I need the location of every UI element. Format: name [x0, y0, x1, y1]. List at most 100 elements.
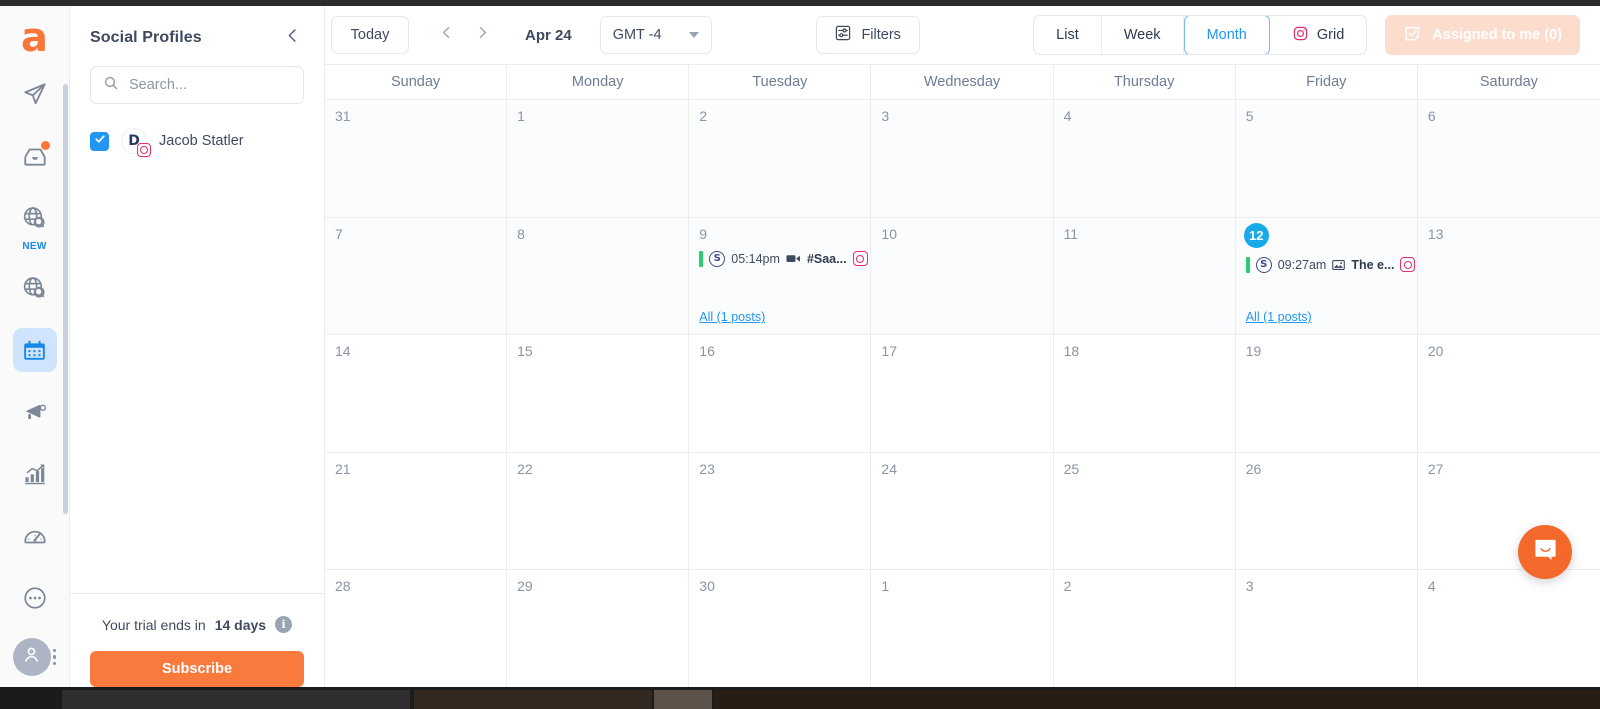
assigned-to-me-button[interactable]: Assigned to me (0): [1385, 15, 1580, 55]
day-cell[interactable]: 2: [689, 100, 872, 217]
rail-nav-items: NEW: [12, 72, 57, 638]
rail-item-inbox[interactable]: [13, 134, 57, 178]
search-icon: [103, 75, 119, 96]
prev-period-button[interactable]: [435, 21, 457, 49]
day-cell[interactable]: 1: [871, 570, 1054, 687]
social-profiles-panel: Social Profiles Search... D Jacob Statle…: [70, 6, 325, 687]
calendar-event[interactable]: S 09:27am The e...: [1245, 256, 1416, 273]
calendar-event[interactable]: S 05:14pm #Saa...: [699, 250, 868, 267]
day-cell[interactable]: 27: [1418, 453, 1600, 570]
calendar-week-row: 21 22 23 24 25 26 27: [325, 451, 1600, 570]
all-posts-link[interactable]: All (1 posts): [1246, 310, 1312, 324]
day-cell[interactable]: 31: [325, 100, 508, 217]
day-number: 23: [699, 460, 715, 477]
today-button[interactable]: Today: [331, 16, 409, 54]
day-cell[interactable]: 4: [1053, 100, 1236, 217]
day-cell[interactable]: 2: [1054, 570, 1236, 687]
all-posts-link[interactable]: All (1 posts): [699, 310, 765, 324]
list-item[interactable]: D Jacob Statler: [90, 128, 304, 157]
day-cell[interactable]: 23: [689, 452, 872, 570]
day-cell[interactable]: 18: [1054, 335, 1236, 452]
app-root: a NEW Social Profiles Search... D Jacob …: [0, 0, 1600, 709]
day-cell[interactable]: 15: [507, 335, 690, 452]
day-number: 20: [1427, 343, 1444, 360]
day-cell[interactable]: 17: [871, 335, 1054, 452]
info-icon[interactable]: i: [275, 616, 293, 633]
day-cell[interactable]: 1: [507, 100, 690, 217]
account-menu-kebab-icon[interactable]: [52, 648, 57, 666]
tab-month[interactable]: Month: [1183, 16, 1270, 54]
tab-list[interactable]: List: [1034, 16, 1102, 54]
day-cell[interactable]: 6: [1417, 100, 1600, 217]
rail-item-reports[interactable]: [13, 452, 57, 496]
day-cell[interactable]: 4: [1418, 570, 1600, 687]
day-cell[interactable]: 9 S 05:14pm #Saa... All (1 posts): [689, 217, 872, 335]
day-number: 11: [1063, 225, 1079, 242]
profile-checkbox[interactable]: [90, 131, 109, 151]
panel-header: Social Profiles: [70, 6, 324, 50]
avatar[interactable]: [12, 638, 51, 676]
instagram-icon: [1292, 25, 1309, 46]
day-cell[interactable]: 24: [871, 452, 1054, 570]
rail-item-calendar[interactable]: [12, 328, 57, 372]
event-title: The e...: [1351, 257, 1395, 272]
day-cell[interactable]: 20: [1418, 335, 1600, 452]
day-cell[interactable]: 3: [871, 100, 1054, 217]
weekday-thursday: Thursday: [1054, 65, 1236, 99]
calendar-toolbar: Today Apr 24 GMT -4 Filters List Week Mo…: [325, 6, 1600, 64]
day-cell[interactable]: 3: [1236, 570, 1418, 687]
rail-item-dashboard[interactable]: [13, 514, 57, 558]
next-period-button[interactable]: [471, 21, 493, 49]
rail-item-listen[interactable]: [13, 266, 57, 310]
day-cell[interactable]: 7: [325, 217, 508, 335]
chat-launcher-button[interactable]: [1518, 525, 1572, 579]
rail-item-monitor[interactable]: NEW: [13, 196, 57, 252]
search-box[interactable]: [90, 66, 304, 104]
rail-item-new-badge: NEW: [22, 241, 47, 252]
tab-week[interactable]: Week: [1102, 16, 1184, 54]
day-cell[interactable]: 22: [507, 452, 690, 570]
instagram-icon: [1400, 257, 1416, 273]
left-icon-rail: a NEW: [0, 6, 70, 687]
day-number: 5: [1245, 108, 1254, 124]
chevron-left-icon: [283, 26, 302, 50]
day-cell[interactable]: 12 S 09:27am The e... All (1 posts): [1235, 217, 1418, 335]
search-input[interactable]: [129, 77, 291, 93]
day-number: 4: [1063, 108, 1072, 124]
day-cell[interactable]: 19: [1236, 335, 1418, 452]
day-number: 30: [699, 578, 715, 595]
day-number: 29: [517, 578, 533, 595]
tab-grid[interactable]: Grid: [1270, 16, 1366, 54]
filters-button[interactable]: Filters: [815, 16, 920, 54]
chevron-left-icon: [438, 24, 455, 46]
day-cell[interactable]: 28: [325, 570, 508, 687]
app-logo[interactable]: a: [13, 18, 57, 58]
megaphone-icon: [22, 399, 48, 425]
day-cell[interactable]: 11: [1053, 217, 1236, 335]
day-cell[interactable]: 8: [507, 217, 690, 335]
day-cell[interactable]: 26: [1236, 452, 1418, 570]
day-cell[interactable]: 25: [1054, 452, 1236, 570]
rail-item-campaigns[interactable]: [13, 390, 57, 434]
period-label: Apr 24: [525, 26, 572, 44]
timezone-select[interactable]: GMT -4: [599, 16, 712, 54]
day-cell[interactable]: 30: [689, 570, 872, 687]
weekday-monday: Monday: [507, 65, 690, 99]
rail-item-more[interactable]: [13, 576, 57, 620]
calendar-icon: [22, 338, 47, 363]
day-cell[interactable]: 10: [871, 217, 1054, 335]
day-cell[interactable]: 16: [689, 335, 872, 452]
day-cell[interactable]: 13: [1417, 217, 1600, 335]
day-cell[interactable]: 21: [325, 452, 508, 570]
day-number: 6: [1427, 108, 1436, 124]
bar-chart-icon: [22, 461, 48, 487]
day-number: 27: [1427, 460, 1444, 477]
day-cell[interactable]: 5: [1235, 100, 1418, 217]
day-number: 3: [881, 108, 890, 124]
rail-item-publish[interactable]: [13, 72, 57, 116]
subscribe-button[interactable]: Subscribe: [90, 651, 304, 687]
day-cell[interactable]: 29: [507, 570, 690, 687]
rail-scrollbar[interactable]: [63, 84, 68, 514]
collapse-panel-button[interactable]: [283, 26, 302, 50]
day-cell[interactable]: 14: [325, 335, 508, 452]
